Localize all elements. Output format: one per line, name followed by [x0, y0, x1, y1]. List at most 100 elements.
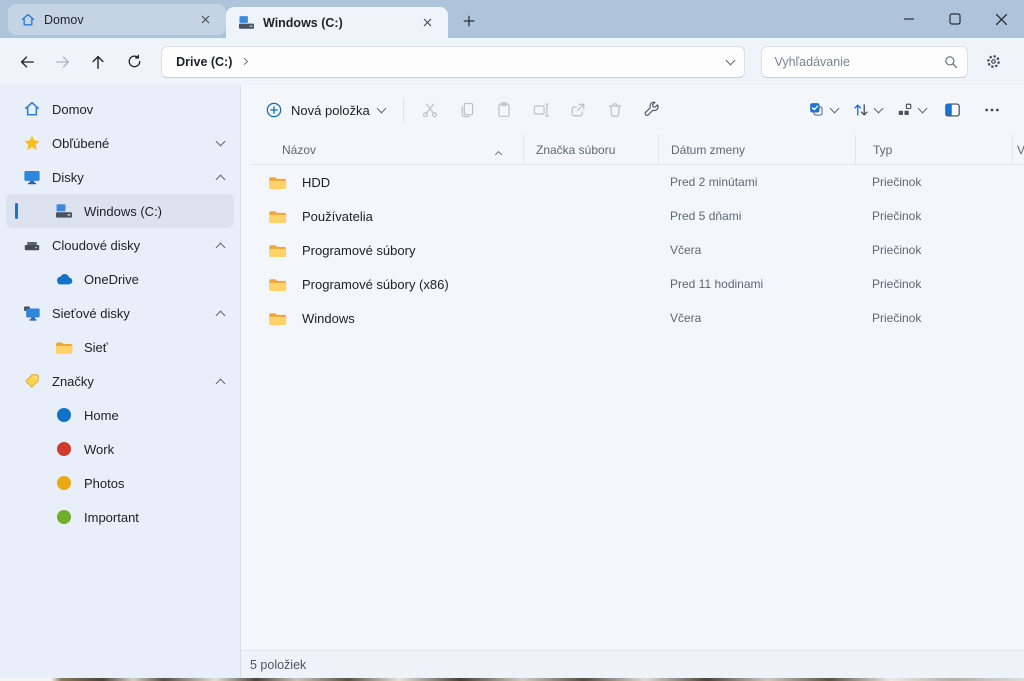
column-header-tag[interactable]: Značka súboru — [523, 135, 658, 164]
sidebar-item-windows-c[interactable]: Windows (C:) — [6, 194, 234, 228]
sidebar-item-tag-home[interactable]: Home — [6, 398, 234, 432]
sidebar-item-tags[interactable]: Značky — [6, 364, 234, 398]
window-controls — [886, 0, 1024, 38]
sidebar-item-label: Windows (C:) — [84, 204, 224, 219]
sidebar-item-network[interactable]: Sieť — [6, 330, 234, 364]
settings-button[interactable] — [976, 45, 1010, 79]
copy-button[interactable] — [449, 93, 486, 127]
panel-toggle-icon — [943, 101, 962, 119]
new-item-button[interactable]: Nová položka — [255, 93, 395, 127]
tab-close-icon[interactable] — [416, 12, 438, 34]
tag-color-dot-icon — [54, 439, 74, 459]
monitor-icon — [22, 167, 42, 187]
chevron-up-icon[interactable] — [216, 242, 226, 252]
rename-button[interactable] — [523, 93, 560, 127]
sort-button[interactable] — [846, 93, 888, 127]
file-row[interactable]: Windows Včera Priečinok — [250, 301, 1024, 335]
sidebar-item-drives[interactable]: Disky — [6, 160, 234, 194]
sidebar-item-tag-important[interactable]: Important — [6, 500, 234, 534]
chevron-up-icon[interactable] — [216, 310, 226, 320]
sidebar-item-favorites[interactable]: Obľúbené — [6, 126, 234, 160]
sidebar-item-label: Domov — [52, 102, 224, 117]
sort-arrows-icon — [852, 101, 870, 119]
delete-button[interactable] — [597, 93, 634, 127]
search-input[interactable] — [774, 55, 943, 69]
column-header-name[interactable]: Názov — [250, 135, 523, 164]
file-type: Priečinok — [855, 311, 1012, 325]
item-count: 5 položiek — [250, 658, 306, 672]
back-button[interactable] — [10, 45, 44, 79]
minimize-button[interactable] — [886, 0, 932, 38]
preview-pane-button[interactable] — [934, 93, 971, 127]
file-row[interactable]: HDD Pred 2 minútami Priečinok — [250, 165, 1024, 199]
scissors-icon — [421, 101, 439, 119]
sidebar-item-label: Photos — [84, 476, 224, 491]
chevron-down-icon[interactable] — [216, 137, 226, 147]
chevron-up-icon[interactable] — [216, 378, 226, 388]
more-options-button[interactable] — [973, 93, 1010, 127]
cut-button[interactable] — [412, 93, 449, 127]
sidebar-item-label: Sieť — [84, 340, 224, 355]
layout-button[interactable] — [890, 93, 932, 127]
sidebar-item-tag-photos[interactable]: Photos — [6, 466, 234, 500]
onedrive-cloud-icon — [54, 269, 74, 289]
select-options-button[interactable] — [802, 93, 844, 127]
drive-icon — [54, 201, 74, 221]
folder-icon — [268, 175, 287, 190]
file-modified: Pred 11 hodinami — [658, 277, 855, 291]
tab-close-icon[interactable] — [194, 9, 216, 31]
new-tab-button[interactable] — [458, 10, 480, 32]
sidebar-item-home[interactable]: Domov — [6, 92, 234, 126]
rename-icon — [532, 101, 550, 119]
file-row[interactable]: Programové súbory (x86) Pred 11 hodinami… — [250, 267, 1024, 301]
breadcrumb-drive[interactable]: Drive (C:) — [176, 55, 232, 69]
column-header-modified[interactable]: Dátum zmeny — [658, 135, 855, 164]
plus-circle-icon — [265, 101, 283, 119]
maximize-button[interactable] — [932, 0, 978, 38]
toolbar-divider — [403, 98, 404, 122]
column-headers: Názov Značka súboru Dátum zmeny Typ Veľk… — [250, 135, 1024, 165]
tab-home[interactable]: Domov — [8, 4, 226, 35]
new-item-label: Nová položka — [291, 103, 370, 118]
refresh-button[interactable] — [117, 45, 151, 79]
sidebar-item-onedrive[interactable]: OneDrive — [6, 262, 234, 296]
file-row[interactable]: Programové súbory Včera Priečinok — [250, 233, 1024, 267]
close-button[interactable] — [978, 0, 1024, 38]
properties-button[interactable] — [634, 93, 671, 127]
ellipsis-icon — [983, 101, 1001, 119]
forward-button[interactable] — [46, 45, 80, 79]
tab-label: Domov — [44, 13, 186, 27]
sidebar-item-label: OneDrive — [84, 272, 224, 287]
file-modified: Pred 5 dňami — [658, 209, 855, 223]
address-bar[interactable]: Drive (C:) — [161, 46, 745, 78]
paste-button[interactable] — [486, 93, 523, 127]
share-button[interactable] — [560, 93, 597, 127]
file-row[interactable]: Používatelia Pred 5 dňami Priečinok — [250, 199, 1024, 233]
tab-windows-c[interactable]: Windows (C:) — [226, 7, 448, 38]
address-dropdown-icon[interactable] — [726, 55, 736, 65]
file-type: Priečinok — [855, 209, 1012, 223]
column-header-size[interactable]: Veľkosť — [1012, 135, 1024, 164]
copy-icon — [458, 101, 476, 119]
sidebar-item-cloud-drives[interactable]: Cloudové disky — [6, 228, 234, 262]
trash-icon — [606, 101, 624, 119]
network-drive-icon — [22, 303, 42, 323]
chevron-down-icon — [376, 104, 386, 114]
sidebar-item-label: Značky — [52, 374, 217, 389]
up-button[interactable] — [82, 45, 116, 79]
chevron-down-icon — [874, 104, 884, 114]
sidebar-item-tag-work[interactable]: Work — [6, 432, 234, 466]
multiselect-check-icon — [808, 101, 826, 119]
column-header-type[interactable]: Typ — [855, 135, 1012, 164]
search-icon[interactable] — [943, 54, 959, 70]
selection-indicator — [15, 203, 18, 219]
sidebar-item-label: Obľúbené — [52, 136, 217, 151]
sidebar-item-label: Disky — [52, 170, 217, 185]
chevron-down-icon — [830, 104, 840, 114]
chevron-down-icon — [918, 104, 928, 114]
sidebar-item-network-drives[interactable]: Sieťové disky — [6, 296, 234, 330]
folder-icon — [54, 337, 74, 357]
folder-icon — [268, 311, 287, 326]
breadcrumb-chevron-icon[interactable] — [241, 58, 248, 65]
chevron-up-icon[interactable] — [216, 174, 226, 184]
